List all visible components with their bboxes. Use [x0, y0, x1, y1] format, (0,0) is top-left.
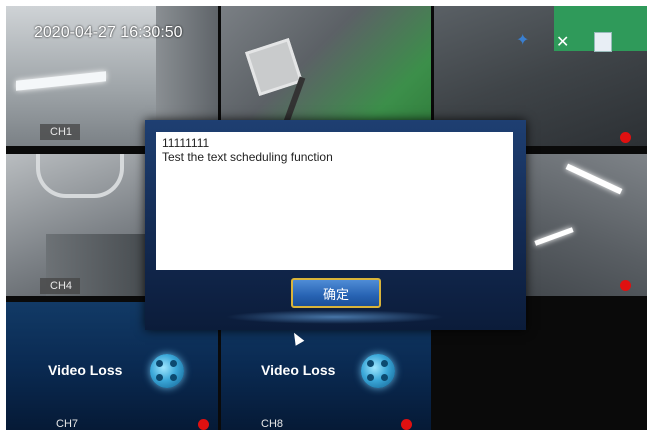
ceiling-light-2 [534, 227, 574, 246]
datetime-overlay: 2020-04-27 16:30:50 [34, 24, 183, 41]
record-indicator-ch7 [198, 419, 209, 430]
record-indicator-ch6 [620, 280, 631, 291]
channel-label-ch1: CH1 [40, 124, 81, 140]
satellite-icon-2: ✕ [556, 34, 570, 51]
dialog-glow [225, 310, 445, 324]
ceiling-light [565, 163, 623, 195]
satellite-icon: ✦ [516, 32, 530, 49]
message-text-box: 11111111 Test the text scheduling functi… [156, 132, 513, 270]
channel-label-ch8: CH8 [261, 418, 284, 430]
ok-button[interactable]: 确定 [291, 278, 381, 308]
pipe-structure [36, 154, 124, 198]
record-indicator-ch3 [620, 132, 631, 143]
film-reel-icon [361, 354, 395, 388]
video-loss-text-ch8: Video Loss [261, 362, 336, 378]
message-dialog: 11111111 Test the text scheduling functi… [145, 120, 526, 330]
ceiling-vent [245, 38, 303, 96]
record-indicator-ch8 [401, 419, 412, 430]
doc-icon [594, 32, 612, 52]
channel-label-ch4: CH4 [40, 278, 81, 294]
message-line-1: 11111111 [162, 136, 210, 150]
message-line-2: Test the text scheduling function [162, 150, 333, 164]
channel-label-ch7: CH7 [56, 418, 79, 430]
video-loss-text-ch7: Video Loss [48, 362, 123, 378]
film-reel-icon [150, 354, 184, 388]
light-fixture [16, 71, 106, 91]
